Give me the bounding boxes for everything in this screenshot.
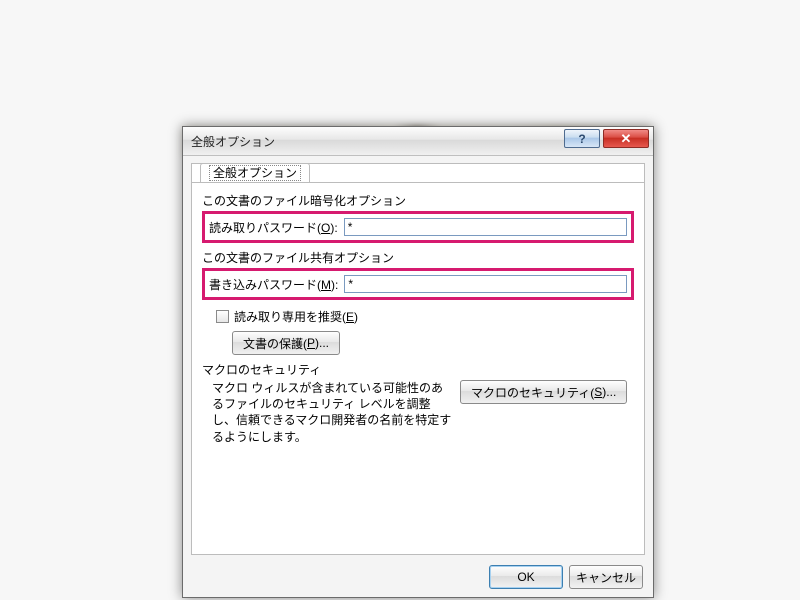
dialog-body: 全般オプション この文書のファイル暗号化オプション 読み取りパスワード(O): … — [191, 163, 645, 555]
write-password-label: 書き込みパスワード(M): — [209, 276, 338, 293]
general-options-dialog: 全般オプション ? ✕ 全般オプション この文書のファイル暗号化オプション 読み… — [182, 126, 654, 598]
protect-row: 文書の保護(P)... — [232, 331, 634, 355]
readonly-checkbox[interactable] — [216, 310, 229, 323]
encrypt-group-label: この文書のファイル暗号化オプション — [202, 192, 634, 209]
share-group-label: この文書のファイル共有オプション — [202, 249, 634, 266]
titlebar[interactable]: 全般オプション ? ✕ — [183, 127, 653, 156]
macro-security-button[interactable]: マクロのセキュリティ(S)... — [460, 380, 627, 404]
write-password-row: 書き込みパスワード(M): — [202, 268, 634, 300]
tab-label: 全般オプション — [209, 165, 301, 181]
ok-button[interactable]: OK — [489, 565, 563, 589]
content-area: この文書のファイル暗号化オプション 読み取りパスワード(O): この文書のファイ… — [202, 190, 634, 550]
macro-row: マクロ ウィルスが含まれている可能性のあるファイルのセキュリティ レベルを調整し… — [212, 380, 634, 445]
macro-heading: マクロのセキュリティ — [202, 361, 634, 378]
readonly-label: 読み取り専用を推奨(E) — [234, 308, 358, 325]
read-password-label: 読み取りパスワード(O): — [209, 219, 338, 236]
protect-document-button[interactable]: 文書の保護(P)... — [232, 331, 340, 355]
help-button[interactable]: ? — [564, 129, 600, 148]
close-icon: ✕ — [621, 132, 632, 145]
close-button[interactable]: ✕ — [603, 129, 649, 148]
tab-general-options[interactable]: 全般オプション — [200, 163, 310, 183]
write-password-input[interactable] — [344, 275, 627, 293]
cancel-button[interactable]: キャンセル — [569, 565, 643, 589]
help-icon: ? — [578, 132, 585, 146]
dialog-footer: OK キャンセル — [183, 557, 653, 597]
tab-strip — [192, 182, 644, 183]
macro-description: マクロ ウィルスが含まれている可能性のあるファイルのセキュリティ レベルを調整し… — [212, 380, 452, 445]
read-password-input[interactable] — [344, 218, 627, 236]
ok-label: OK — [517, 570, 534, 584]
read-password-row: 読み取りパスワード(O): — [202, 211, 634, 243]
dialog-title: 全般オプション — [191, 133, 275, 150]
cancel-label: キャンセル — [576, 569, 636, 586]
readonly-row: 読み取り専用を推奨(E) — [216, 308, 634, 325]
